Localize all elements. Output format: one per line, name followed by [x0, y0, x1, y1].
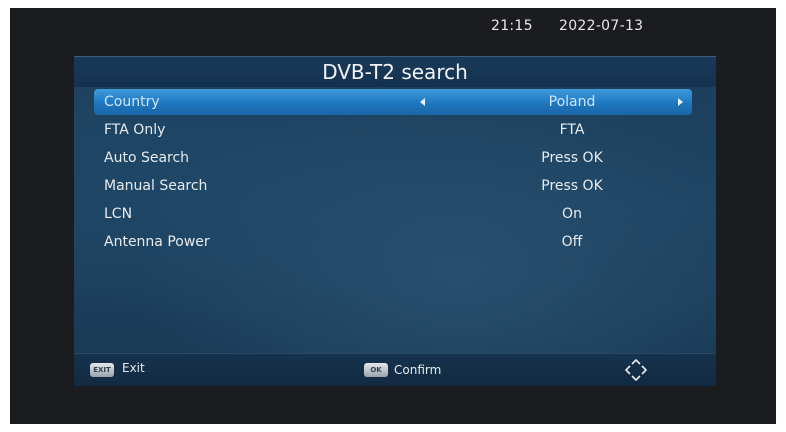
help-bar: EXIT Exit OK Confirm: [74, 353, 716, 386]
menu-item-value: Off: [561, 234, 583, 250]
menu-item-label: Manual Search: [104, 178, 208, 194]
search-menu-panel: DVB-T2 search Country Poland FTA Only FT…: [74, 56, 716, 362]
menu-item-label: Antenna Power: [104, 234, 210, 250]
arrow-right-icon[interactable]: [678, 98, 683, 106]
exit-key-icon[interactable]: EXIT: [90, 363, 114, 377]
menu-item-value: Poland: [548, 94, 596, 110]
menu-item-value: On: [562, 206, 582, 222]
exit-hint-label: Exit: [122, 361, 145, 375]
menu-item-lcn[interactable]: LCN On: [94, 201, 692, 227]
navigation-arrows-icon: [625, 359, 647, 381]
menu-item-fta-only[interactable]: FTA Only FTA: [94, 117, 692, 143]
clock-time: 21:15: [491, 18, 533, 34]
menu-item-country[interactable]: Country Poland: [94, 89, 692, 115]
menu-item-value: Press OK: [541, 178, 603, 194]
arrow-left-icon[interactable]: [420, 98, 425, 106]
menu-item-label: Country: [104, 94, 160, 110]
menu-item-label: LCN: [104, 206, 133, 222]
ok-key-icon[interactable]: OK: [364, 363, 388, 377]
menu-item-auto-search[interactable]: Auto Search Press OK: [94, 145, 692, 171]
tv-screen: 21:15 2022-07-13 DVB-T2 search Country P…: [10, 8, 776, 424]
confirm-hint-label: Confirm: [394, 363, 442, 377]
clock-date: 2022-07-13: [559, 18, 644, 34]
menu-item-antenna-power[interactable]: Antenna Power Off: [94, 229, 692, 255]
menu-title: DVB-T2 search: [74, 57, 716, 87]
menu-item-label: FTA Only: [104, 122, 166, 138]
menu-item-value: Press OK: [541, 150, 603, 166]
menu-item-value: FTA: [559, 122, 585, 138]
menu-item-manual-search[interactable]: Manual Search Press OK: [94, 173, 692, 199]
menu-item-label: Auto Search: [104, 150, 190, 166]
